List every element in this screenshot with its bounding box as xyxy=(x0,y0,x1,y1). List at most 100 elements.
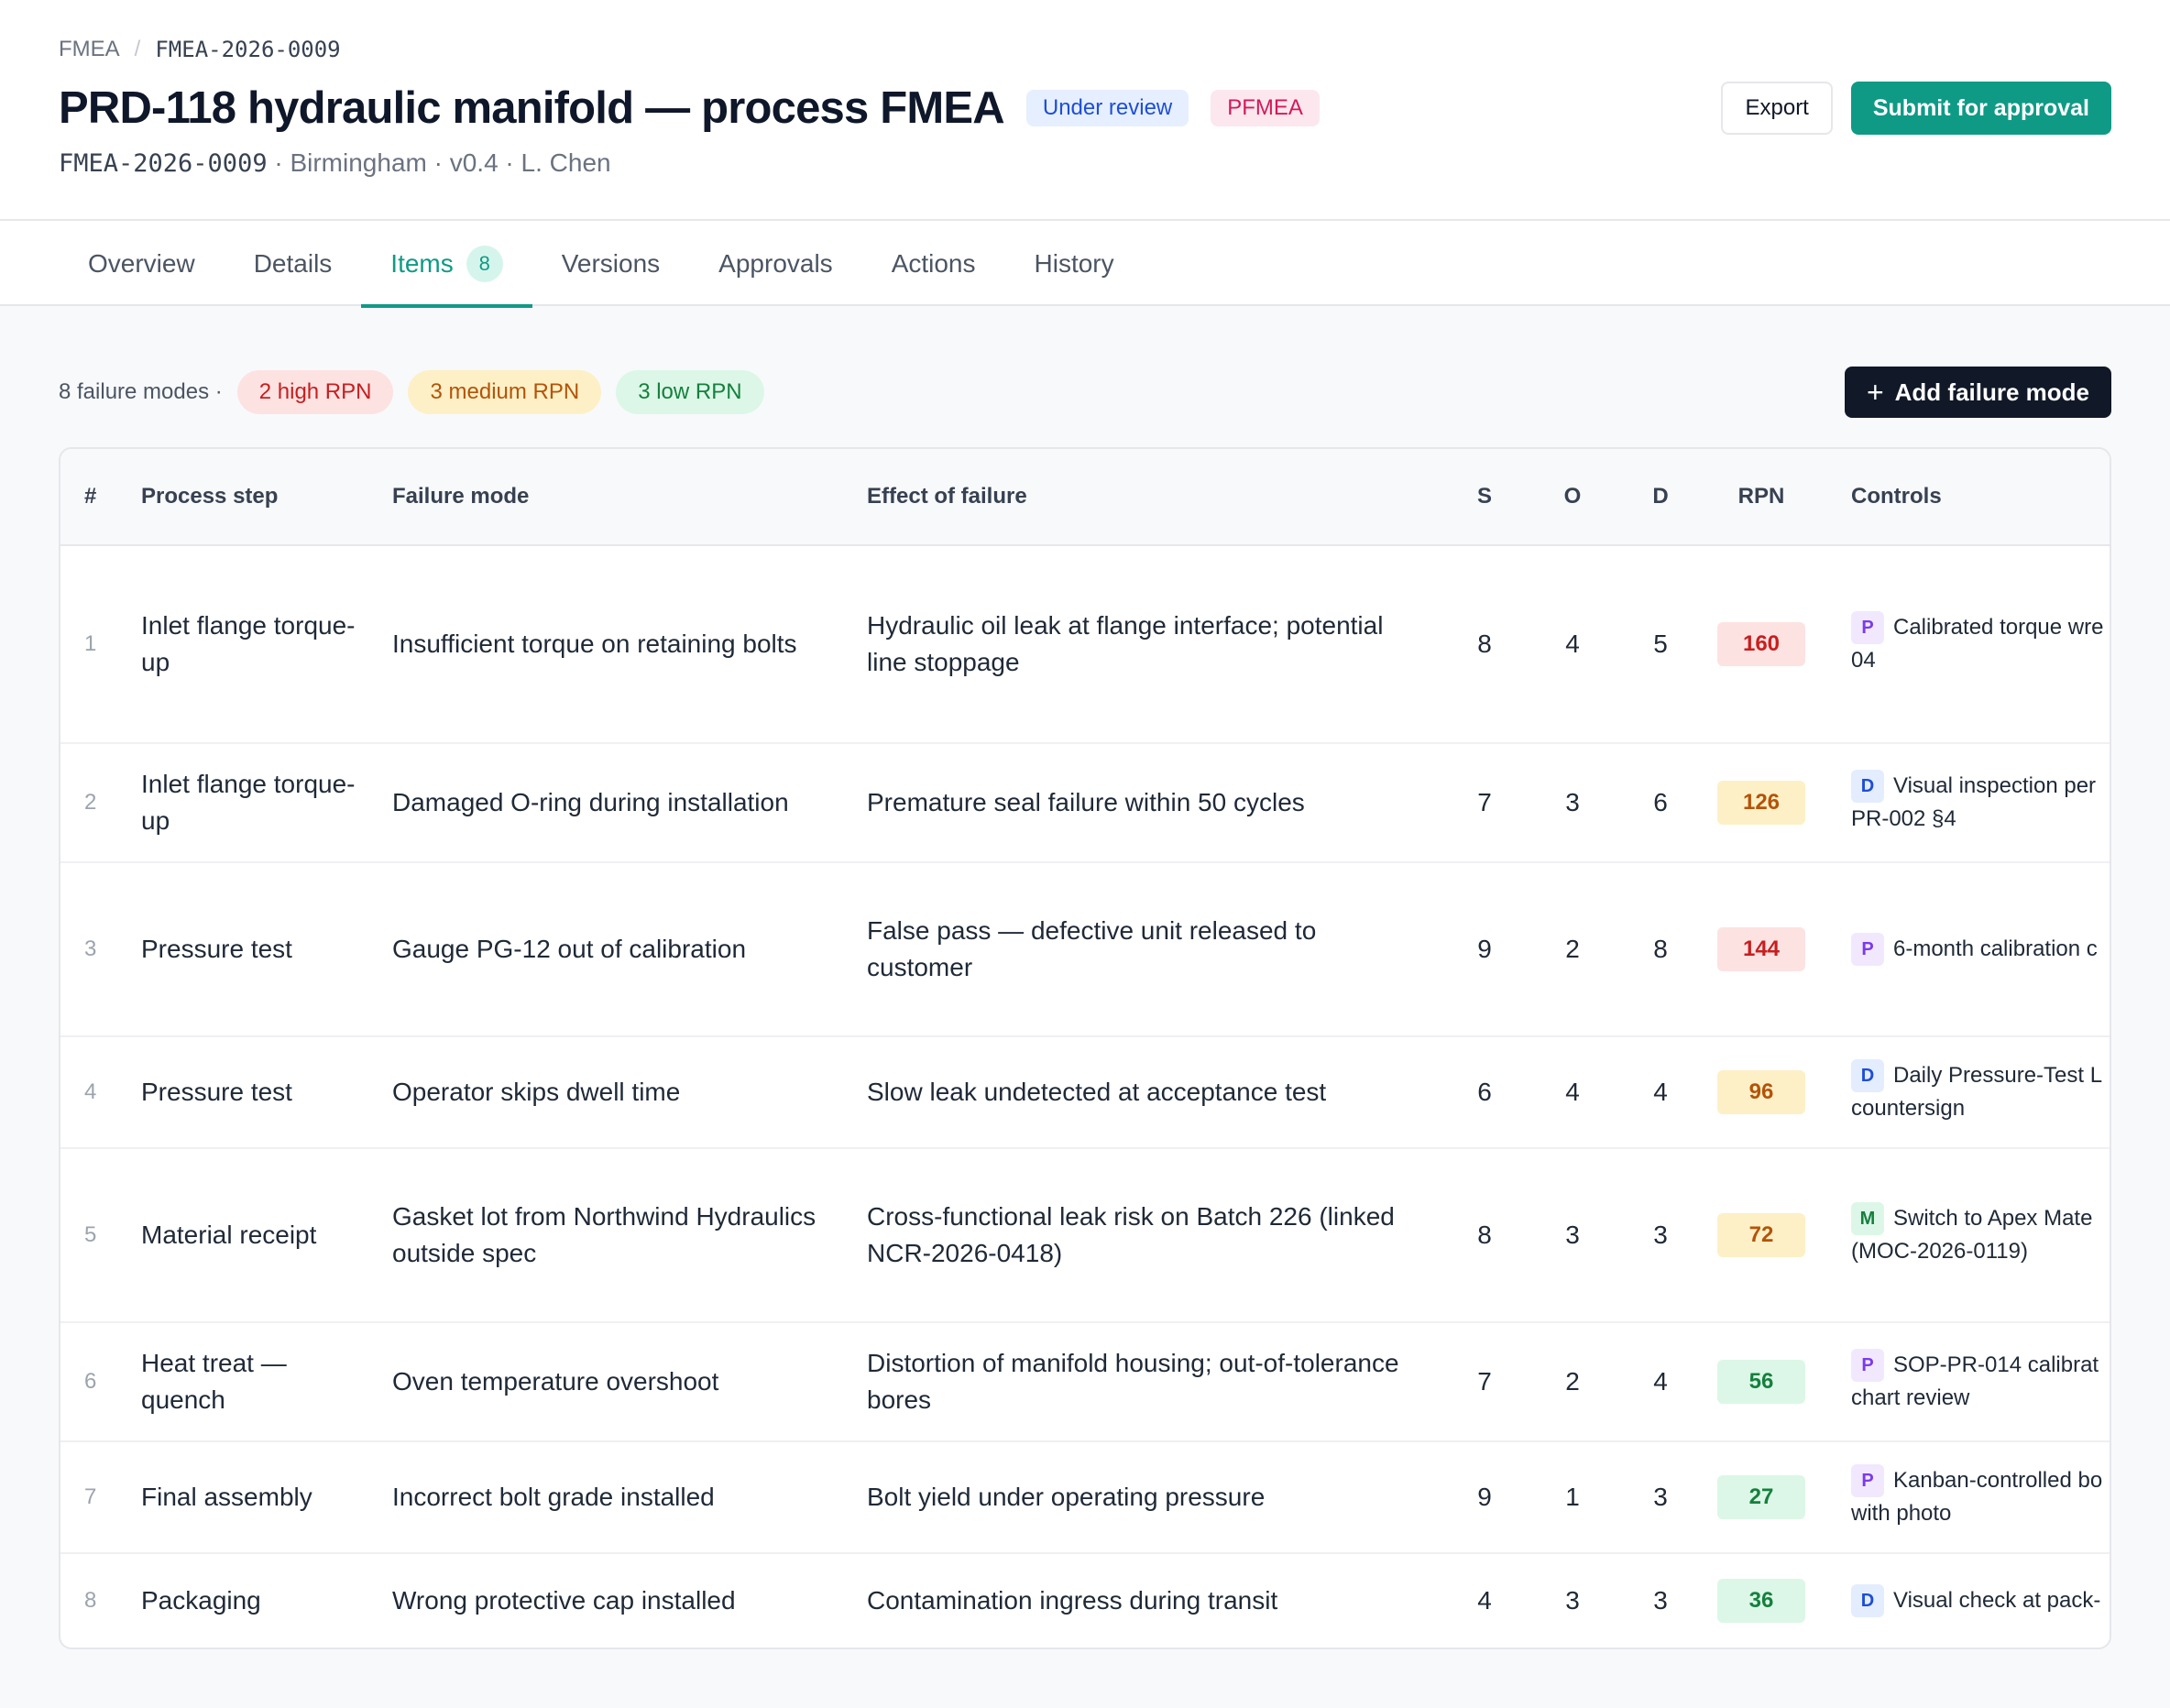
severity-score: 8 xyxy=(1477,1221,1492,1249)
effect-of-failure: Bolt yield under operating pressure xyxy=(867,1483,1266,1511)
process-step: Inlet flange torque-up xyxy=(141,770,356,835)
control-text: 6-month calibration c xyxy=(1893,936,2098,961)
control-text-continued: 04 xyxy=(1851,648,1876,673)
failure-mode: Damaged O-ring during installation xyxy=(392,788,789,816)
detection-score: 3 xyxy=(1653,1483,1668,1511)
severity-score: 9 xyxy=(1477,935,1492,963)
tab-label: Approvals xyxy=(718,248,833,278)
breadcrumb-separator: / xyxy=(134,37,141,61)
row-number: 8 xyxy=(84,1588,97,1613)
breadcrumb-root[interactable]: FMEA xyxy=(59,37,120,62)
row-number: 1 xyxy=(84,631,97,656)
tab-label: Versions xyxy=(561,248,661,278)
table-row[interactable]: 1 Inlet flange torque-up Insufficient torq… xyxy=(60,546,2110,744)
page-header: FMEA / FMEA-2026-0009 PRD-118 hydraulic … xyxy=(0,0,2170,221)
effect-of-failure: Hydraulic oil leak at flange interface; … xyxy=(867,611,1384,676)
tab-actions[interactable]: Actions xyxy=(862,221,1005,306)
detection-score: 8 xyxy=(1653,935,1668,963)
row-number: 2 xyxy=(84,790,97,815)
effect-of-failure: Slow leak undetected at acceptance test xyxy=(867,1078,1327,1106)
header-actions: Export Submit for approval xyxy=(1721,82,2111,135)
process-step: Pressure test xyxy=(141,1078,292,1106)
row-number: 3 xyxy=(84,936,97,961)
tab-details[interactable]: Details xyxy=(225,221,362,306)
severity-score: 4 xyxy=(1477,1586,1492,1615)
row-number: 5 xyxy=(84,1222,97,1247)
rpn-badge: 36 xyxy=(1717,1579,1805,1623)
add-failure-mode-button[interactable]: + Add failure mode xyxy=(1844,367,2111,418)
export-button[interactable]: Export xyxy=(1721,82,1833,135)
process-step: Final assembly xyxy=(141,1483,312,1511)
effect-of-failure: False pass — defective unit released to … xyxy=(867,916,1317,981)
rpn-badge: 27 xyxy=(1717,1475,1805,1519)
controls-cell: P 6-month calibration c xyxy=(1851,863,2110,1035)
tab-versions[interactable]: Versions xyxy=(532,221,689,306)
table-row[interactable]: 7 Final assembly Incorrect bolt grade inst… xyxy=(60,1442,2110,1554)
tab-history[interactable]: History xyxy=(1005,221,1144,306)
control-text-continued: PR-002 §4 xyxy=(1851,806,1956,832)
control-text: Switch to Apex Mate xyxy=(1893,1205,2093,1231)
detection-score: 4 xyxy=(1653,1078,1668,1106)
table-row[interactable]: 5 Material receipt Gasket lot from Northwi… xyxy=(60,1149,2110,1323)
controls-cell: D Daily Pressure-Test L countersign xyxy=(1851,1037,2110,1147)
breadcrumb-current: FMEA-2026-0009 xyxy=(155,37,341,62)
control-text: Visual check at pack- xyxy=(1893,1587,2101,1613)
column-header-rpn: RPN xyxy=(1737,484,1785,509)
controls-cell: D Visual inspection per PR-002 §4 xyxy=(1851,744,2110,861)
failure-mode: Incorrect bolt grade installed xyxy=(392,1483,715,1511)
severity-score: 7 xyxy=(1477,1367,1492,1396)
process-step: Packaging xyxy=(141,1586,261,1615)
control-text: Daily Pressure-Test L xyxy=(1893,1062,2103,1088)
tab-overview[interactable]: Overview xyxy=(59,221,225,306)
column-header-occurrence: O xyxy=(1563,484,1582,509)
high-rpn-pill[interactable]: 2 high RPN xyxy=(236,370,394,414)
tab-items[interactable]: Items 8 xyxy=(361,221,533,308)
title-row: PRD-118 hydraulic manifold — process FME… xyxy=(59,82,1320,134)
row-number: 7 xyxy=(84,1484,97,1509)
control-text-continued: with photo xyxy=(1851,1501,1952,1527)
document-id: FMEA-2026-0009 xyxy=(59,149,268,178)
table-row[interactable]: 3 Pressure test Gauge PG-12 out of calibra… xyxy=(60,863,2110,1037)
rpn-badge: 96 xyxy=(1717,1070,1805,1114)
medium-rpn-pill[interactable]: 3 medium RPN xyxy=(408,370,602,414)
control-text: SOP-PR-014 calibrat xyxy=(1893,1352,2099,1377)
table-row[interactable]: 2 Inlet flange torque-up Damaged O-ring du… xyxy=(60,744,2110,863)
submit-for-approval-button[interactable]: Submit for approval xyxy=(1850,82,2111,135)
tab-approvals[interactable]: Approvals xyxy=(689,221,862,306)
controls-cell: P Calibrated torque wre 04 xyxy=(1851,546,2110,742)
tab-count-badge: 8 xyxy=(466,245,503,282)
detection-score: 5 xyxy=(1653,630,1668,658)
control-type-badge: P xyxy=(1851,1349,1884,1383)
controls-cell: D Visual check at pack- xyxy=(1851,1554,2110,1648)
low-rpn-pill[interactable]: 3 low RPN xyxy=(616,370,764,414)
column-header-controls: Controls xyxy=(1851,484,1942,509)
failure-mode: Oven temperature overshoot xyxy=(392,1367,719,1396)
table-header: # Process step Failure mode Effect of fa… xyxy=(60,449,2110,546)
column-header-number: # xyxy=(84,484,97,509)
control-text-continued: (MOC-2026-0119) xyxy=(1851,1239,2028,1265)
document-meta: · Birmingham · v0.4 · L. Chen xyxy=(274,148,611,177)
occurrence-score: 2 xyxy=(1565,1367,1580,1396)
page-title: PRD-118 hydraulic manifold — process FME… xyxy=(59,83,1005,133)
controls-cell: P Kanban-controlled bo with photo xyxy=(1851,1442,2110,1552)
effect-of-failure: Contamination ingress during transit xyxy=(867,1586,1278,1615)
column-header-failure-mode: Failure mode xyxy=(392,484,530,509)
rpn-badge: 56 xyxy=(1717,1360,1805,1404)
page-subtitle: FMEA-2026-0009 · Birmingham · v0.4 · L. … xyxy=(59,148,611,178)
occurrence-score: 4 xyxy=(1565,630,1580,658)
failure-mode: Wrong protective cap installed xyxy=(392,1586,736,1615)
table-row[interactable]: 8 Packaging Wrong protective cap installed… xyxy=(60,1554,2110,1648)
occurrence-score: 3 xyxy=(1565,1586,1580,1615)
control-type-badge: M xyxy=(1851,1202,1884,1236)
severity-score: 9 xyxy=(1477,1483,1492,1511)
severity-score: 8 xyxy=(1477,630,1492,658)
table-row[interactable]: 6 Heat treat — quench Oven temperature ove… xyxy=(60,1323,2110,1442)
column-header-process-step: Process step xyxy=(141,484,279,509)
process-step: Inlet flange torque-up xyxy=(141,611,356,676)
failure-mode: Gauge PG-12 out of calibration xyxy=(392,935,747,963)
control-text: Visual inspection per xyxy=(1893,772,2097,798)
status-badge: Under review xyxy=(1025,90,1189,126)
tab-label: Overview xyxy=(88,248,195,278)
table-row[interactable]: 4 Pressure test Operator skips dwell time S… xyxy=(60,1037,2110,1149)
type-badge: PFMEA xyxy=(1211,90,1320,126)
